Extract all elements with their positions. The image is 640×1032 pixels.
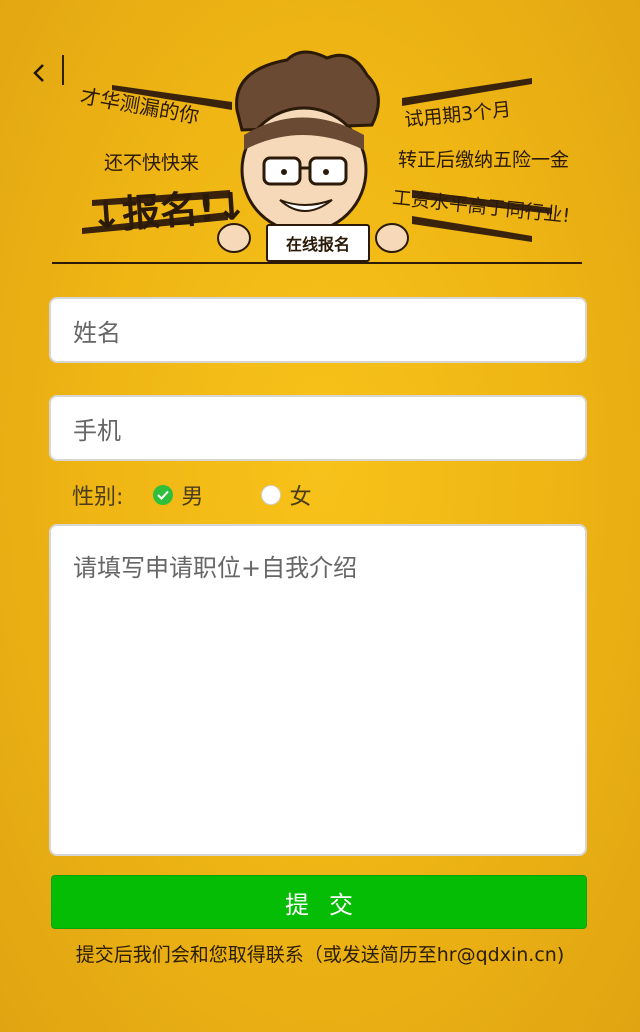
banner-divider <box>52 262 582 264</box>
gender-option-male[interactable]: 男 <box>153 479 203 511</box>
submit-button[interactable]: 提交 <box>51 875 587 929</box>
name-placeholder: 姓名 <box>73 318 121 347</box>
name-input[interactable]: 姓名 <box>49 297 587 363</box>
footer-note: 提交后我们会和您取得联系（或发送简历至hr@qdxin.cn) <box>75 944 565 966</box>
online-signup-sign: 在线报名 <box>266 224 370 262</box>
gender-option-male-label: 男 <box>181 485 204 510</box>
phone-input[interactable]: 手机 <box>49 395 587 461</box>
gender-selector: 性别: 男 女 <box>72 480 369 510</box>
banner-slogan-right-2: 转正后缴纳五险一金 <box>398 149 570 171</box>
intro-textarea[interactable]: 请填写申请职位+自我介绍 <box>49 524 587 856</box>
recruit-banner: 才华测漏的你 还不快快来 ↓报名!↓ 试用期3个月 转正后缴纳五险一金 工资水平… <box>52 40 592 264</box>
radio-empty-icon <box>261 485 282 505</box>
back-button[interactable] <box>24 58 54 88</box>
check-icon <box>153 485 174 505</box>
gender-label: 性别: <box>72 485 124 510</box>
banner-slogan-left-2: 还不快快来 <box>104 152 200 174</box>
chevron-left-icon <box>33 64 44 82</box>
gender-option-female[interactable]: 女 <box>261 479 311 511</box>
intro-placeholder: 请填写申请职位+自我介绍 <box>73 554 358 582</box>
banner-slogan-left-3: ↓报名!↓ <box>88 183 249 239</box>
phone-placeholder: 手机 <box>73 416 121 445</box>
gender-option-female-label: 女 <box>289 485 312 510</box>
